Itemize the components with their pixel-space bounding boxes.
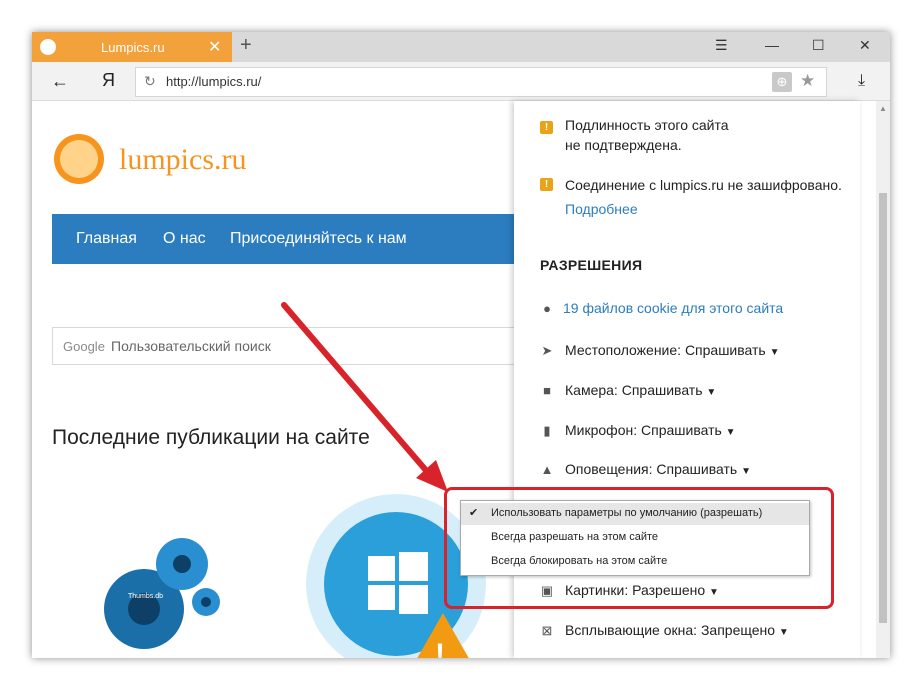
dropdown-option-default[interactable]: ✔ Использовать параметры по умолчанию (р… — [461, 503, 809, 525]
checkmark-icon: ✔ — [469, 507, 479, 519]
dropdown-option-always-allow[interactable]: Всегда разрешать на этом сайте — [461, 527, 809, 549]
image-permission-dropdown: ✔ Использовать параметры по умолчанию (р… — [460, 500, 810, 576]
dropdown-option-always-block[interactable]: Всегда блокировать на этом сайте — [461, 551, 809, 573]
